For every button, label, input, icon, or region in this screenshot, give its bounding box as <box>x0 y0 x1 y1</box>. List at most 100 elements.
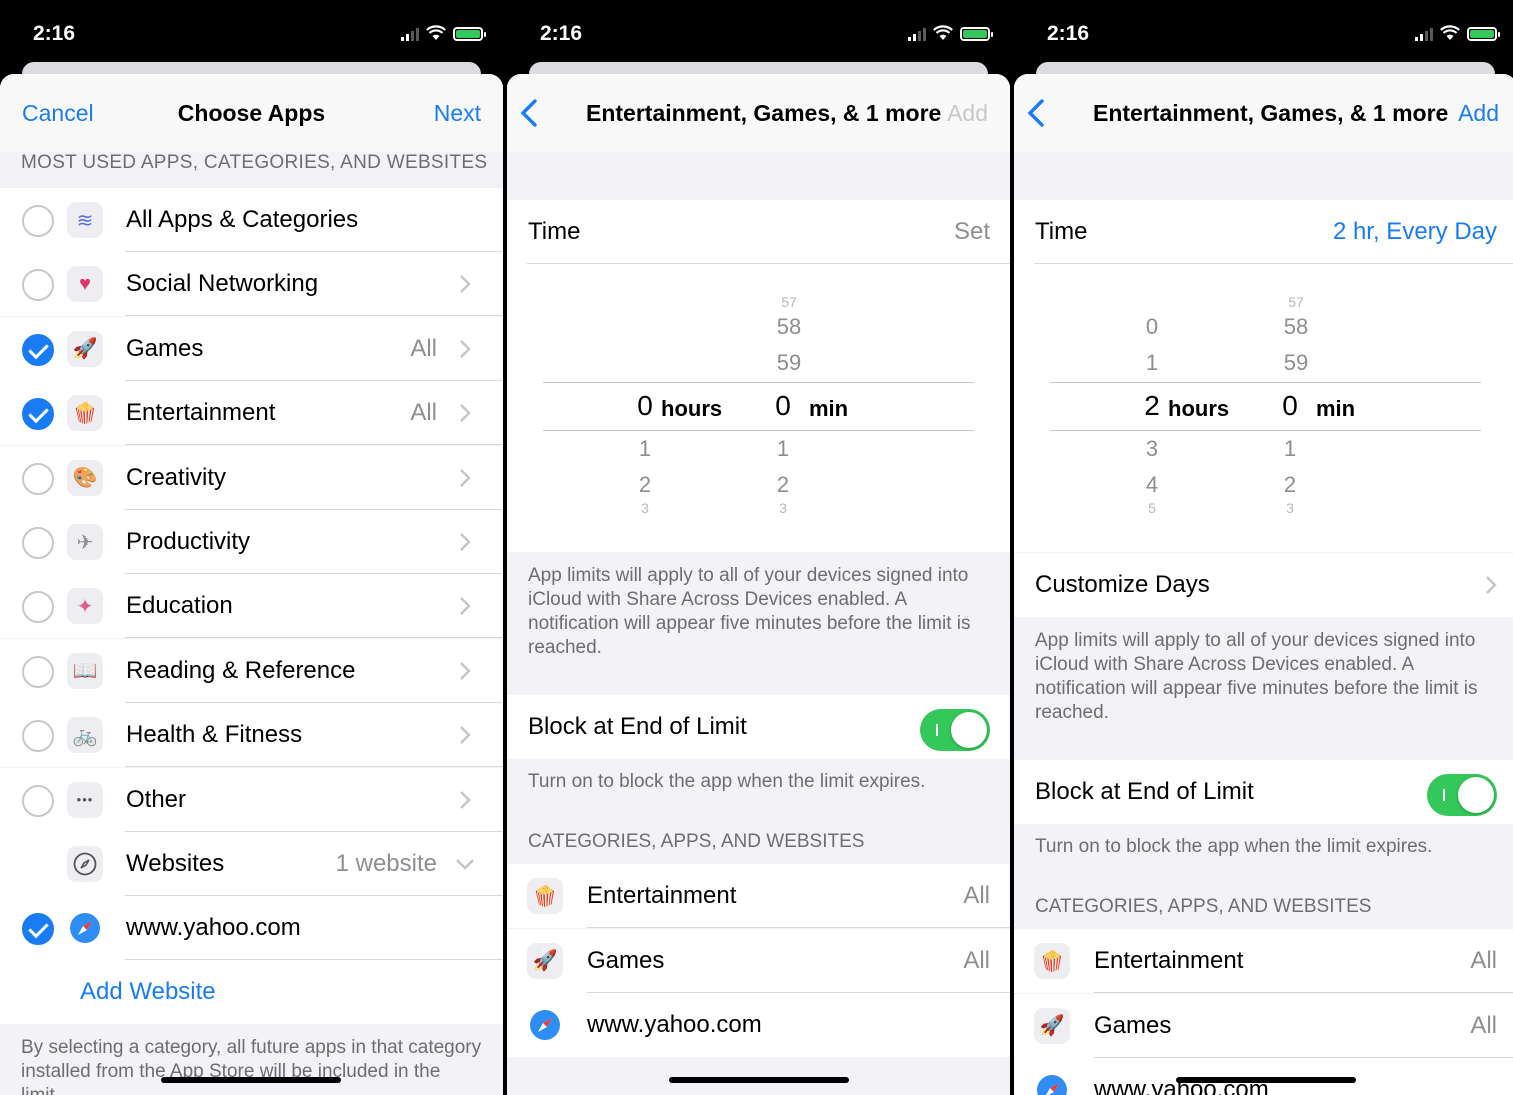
popcorn-icon: 🍿 <box>67 395 103 432</box>
category-checkbox[interactable] <box>22 462 54 495</box>
picker-minute: 57 <box>1288 294 1304 310</box>
websites-row[interactable]: Websites 1 website <box>0 832 503 896</box>
block-footer-text: Turn on to block the app when the limit … <box>1035 836 1433 857</box>
picker-min-label: min <box>809 396 849 421</box>
rocket-icon: 🚀 <box>67 330 103 367</box>
picker-min-label: min <box>1316 396 1356 421</box>
status-bar: 2:16 <box>1014 0 1513 62</box>
category-checkbox[interactable] <box>22 269 54 302</box>
picker-hour: 0 <box>1145 314 1159 339</box>
category-checkbox[interactable] <box>22 333 54 366</box>
block-at-end-toggle[interactable] <box>1427 774 1497 816</box>
selected-item-label: www.yahoo.com <box>587 1011 762 1038</box>
picker-minute: 57 <box>781 294 797 310</box>
picker-hour-selected: 0 <box>637 390 653 421</box>
status-time: 2:16 <box>1047 22 1090 45</box>
category-label: Entertainment <box>126 399 276 427</box>
picker-minute: 1 <box>776 436 790 461</box>
category-row[interactable]: ✈ Productivity <box>0 510 503 574</box>
status-time: 2:16 <box>33 22 76 45</box>
time-picker[interactable]: 0 1 2 hours 3 4 5 57 58 59 0 min 1 2 3 <box>1014 264 1513 552</box>
status-bar: 2:16 <box>507 0 1010 62</box>
popcorn-icon: 🍿 <box>527 878 563 914</box>
chevron-right-icon <box>460 275 471 294</box>
category-checkbox[interactable] <box>22 527 54 559</box>
cellular-signal-icon <box>1415 27 1433 41</box>
chevron-right-icon <box>460 726 471 745</box>
choose-apps-screen: 2:16 Cancel Choose Apps Next MOST USED A… <box>0 0 503 1095</box>
selected-item-label: Games <box>1094 1011 1172 1039</box>
back-chevron-icon[interactable] <box>517 97 541 129</box>
home-indicator <box>1176 1077 1356 1083</box>
time-label: Time <box>528 218 581 245</box>
picker-minute: 59 <box>776 350 802 375</box>
page-title: Entertainment, Games, & 1 more <box>1093 100 1449 126</box>
selected-item-detail: All <box>963 946 990 974</box>
rocket-icon: 🚀 <box>1034 1007 1070 1044</box>
picker-minute: 3 <box>1286 500 1294 516</box>
picker-minute: 1 <box>1283 436 1297 461</box>
category-row[interactable]: ••• Other <box>0 767 503 832</box>
time-limit-screen-set: 2:16 Entertainment, Games, & 1 more Add … <box>1014 0 1513 1095</box>
category-checkbox[interactable] <box>22 720 54 753</box>
block-at-end-toggle[interactable] <box>920 709 990 751</box>
chevron-right-icon <box>460 533 471 551</box>
category-checkbox[interactable] <box>22 591 54 624</box>
category-row[interactable]: 📖 Reading & Reference <box>0 638 503 703</box>
block-at-end-row: Block at End of Limit <box>1014 760 1513 824</box>
add-website-button[interactable]: Add Website <box>80 978 216 1006</box>
time-row[interactable]: Time 2 hr, Every Day <box>1014 200 1513 264</box>
websites-count: 1 website <box>335 850 437 877</box>
time-limit-screen-unset: 2:16 Entertainment, Games, & 1 more Add … <box>507 0 1010 1095</box>
status-icons <box>401 25 486 41</box>
time-row[interactable]: Time Set <box>507 200 1010 264</box>
wifi-icon <box>1440 25 1460 40</box>
chevron-right-icon <box>460 468 471 487</box>
category-row[interactable]: 🚀 Games All <box>0 316 503 381</box>
chevron-down-icon <box>456 859 474 870</box>
palette-icon: 🎨 <box>67 459 103 496</box>
status-icons <box>908 25 993 41</box>
website-item[interactable]: www.yahoo.com <box>0 896 503 960</box>
category-checkbox[interactable] <box>22 205 54 237</box>
chevron-right-icon <box>460 597 471 616</box>
selected-item-detail: All <box>1470 1011 1497 1039</box>
add-button[interactable]: Add <box>947 100 988 127</box>
stack-icon: ≋ <box>67 202 103 238</box>
category-checkbox[interactable] <box>22 398 54 431</box>
chat-heart-icon: ♥ <box>67 266 103 303</box>
nav-bar: Entertainment, Games, & 1 more Add <box>507 74 1010 152</box>
add-website-row[interactable]: Add Website <box>0 960 503 1024</box>
add-button[interactable]: Add <box>1458 100 1499 127</box>
next-button[interactable]: Next <box>434 100 481 127</box>
category-row[interactable]: 🎨 Creativity <box>0 445 503 510</box>
picker-minute: 2 <box>1283 472 1297 497</box>
cellular-signal-icon <box>401 27 419 41</box>
category-checkbox[interactable] <box>22 784 54 817</box>
wifi-icon <box>933 25 953 40</box>
picker-hour: 3 <box>641 500 649 516</box>
status-time: 2:16 <box>540 22 583 45</box>
websites-label: Websites <box>126 850 225 877</box>
status-bar: 2:16 <box>0 0 503 62</box>
picker-hour: 1 <box>638 436 652 461</box>
selected-item-label: Entertainment <box>1094 947 1244 974</box>
website-checkbox[interactable] <box>22 913 54 945</box>
page-title: Choose Apps <box>177 100 326 126</box>
safari-icon <box>67 910 103 946</box>
bicycle-icon: 🚲 <box>67 717 103 754</box>
category-row[interactable]: ≋ All Apps & Categories <box>0 188 503 252</box>
time-picker[interactable]: 0 hours 1 2 3 57 58 59 0 min 1 2 3 <box>507 264 1010 552</box>
category-footer-note: By selecting a category, all future apps… <box>21 1037 482 1095</box>
category-row[interactable]: ✦ Education <box>0 574 503 639</box>
limits-info-text: App limits will apply to all of your dev… <box>1035 630 1478 723</box>
battery-charging-icon <box>960 27 993 41</box>
category-checkbox[interactable] <box>22 655 54 688</box>
chevron-right-icon <box>460 339 471 358</box>
category-row[interactable]: 🍿 Entertainment All <box>0 381 503 446</box>
back-chevron-icon[interactable] <box>1024 97 1048 129</box>
category-row[interactable]: 🚲 Health & Fitness <box>0 703 503 768</box>
category-row[interactable]: ♥ Social Networking <box>0 252 503 317</box>
customize-days-row[interactable]: Customize Days <box>1014 553 1513 617</box>
picker-minute: 59 <box>1283 350 1309 375</box>
